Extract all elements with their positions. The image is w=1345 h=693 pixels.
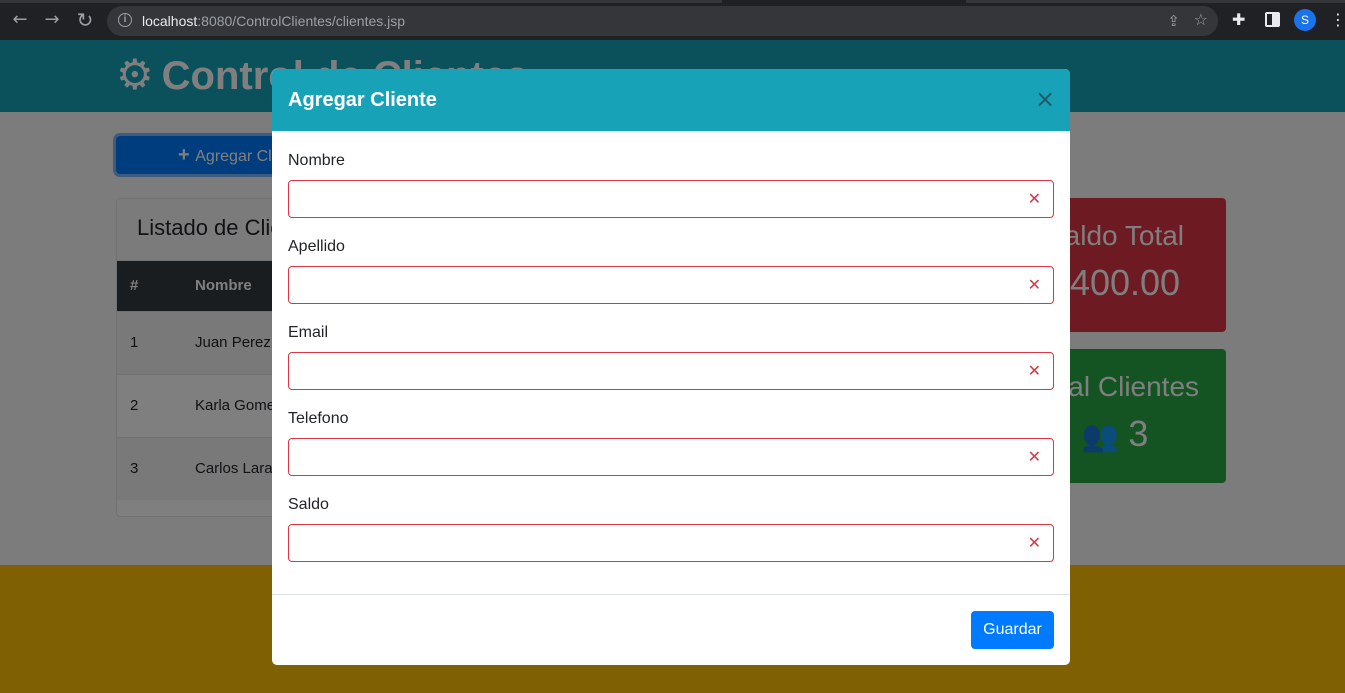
- invalid-x-icon: ✕: [1027, 447, 1041, 466]
- browser-toolbar: ← → ↻ i localhost:8080/ControlClientes/c…: [0, 0, 1345, 40]
- apellido-label: Apellido: [288, 238, 345, 255]
- profile-avatar[interactable]: S: [1294, 9, 1316, 31]
- email-label: Email: [288, 324, 329, 341]
- address-bar[interactable]: i localhost:8080/ControlClientes/cliente…: [107, 6, 1218, 36]
- puzzle-icon[interactable]: ✚: [1232, 10, 1245, 29]
- saldo-input[interactable]: ✕: [288, 524, 1054, 562]
- reload-icon[interactable]: ↻: [74, 9, 96, 31]
- forward-icon[interactable]: →: [41, 9, 63, 31]
- info-icon[interactable]: i: [118, 13, 132, 27]
- invalid-x-icon: ✕: [1027, 275, 1041, 294]
- modal-title: Agregar Cliente: [288, 89, 437, 111]
- save-button[interactable]: Guardar: [971, 611, 1054, 649]
- url-host: localhost: [142, 13, 198, 29]
- email-input[interactable]: ✕: [288, 352, 1054, 390]
- star-icon[interactable]: ☆: [1194, 10, 1208, 29]
- modal-header: Agregar Cliente ×: [272, 69, 1070, 131]
- saldo-label: Saldo: [288, 496, 329, 513]
- sidepanel-icon[interactable]: [1265, 12, 1280, 27]
- telefono-label: Telefono: [288, 410, 349, 427]
- apellido-input[interactable]: ✕: [288, 266, 1054, 304]
- kebab-icon[interactable]: ⋮: [1330, 10, 1345, 29]
- active-tab-edge: [722, 0, 966, 3]
- invalid-x-icon: ✕: [1027, 361, 1041, 380]
- nombre-label: Nombre: [288, 152, 345, 169]
- nombre-input[interactable]: ✕: [288, 180, 1054, 218]
- modal-footer-divider: [272, 594, 1070, 595]
- invalid-x-icon: ✕: [1027, 189, 1041, 208]
- telefono-input[interactable]: ✕: [288, 438, 1054, 476]
- back-icon[interactable]: ←: [9, 9, 31, 31]
- close-icon[interactable]: ×: [1034, 86, 1056, 112]
- url-path: :8080/ControlClientes/clientes.jsp: [197, 13, 406, 29]
- invalid-x-icon: ✕: [1027, 533, 1041, 552]
- add-client-modal: Agregar Cliente × Nombre ✕ Apellido ✕ Em…: [272, 69, 1070, 665]
- url-text[interactable]: localhost:8080/ControlClientes/clientes.…: [142, 13, 405, 29]
- tab-strip: [0, 0, 1345, 3]
- share-icon[interactable]: ⇪: [1167, 12, 1180, 30]
